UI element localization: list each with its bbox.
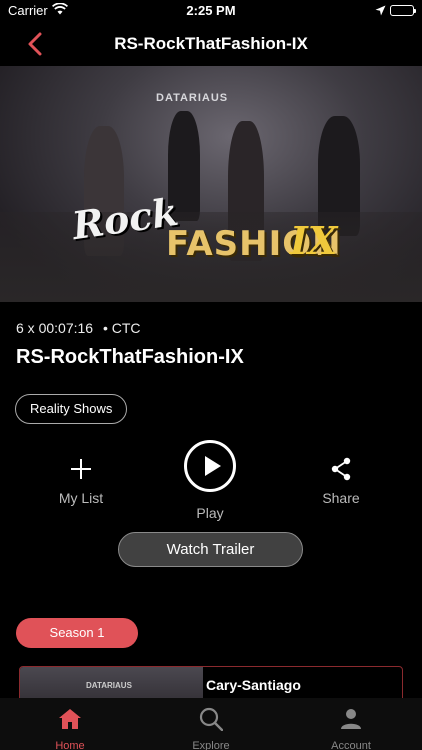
nav-title: RS-RockThatFashion-IX xyxy=(114,34,308,53)
sponsor-banner: DATARIAUS xyxy=(156,92,229,104)
episode-title: Cary-Santiago xyxy=(206,677,301,693)
tab-bar: Home Explore Account xyxy=(0,698,422,750)
battery-icon xyxy=(390,5,416,16)
genre-tag[interactable]: Reality Shows xyxy=(15,394,128,424)
show-title: RS-RockThatFashion-IX xyxy=(16,346,244,368)
chevron-left-icon xyxy=(28,32,42,56)
hero-image[interactable]: DATARIAUS Rock FASHION IX xyxy=(0,66,422,302)
logo-ix-text: IX xyxy=(290,218,338,263)
share-icon xyxy=(306,456,376,482)
tab-explore[interactable]: Explore xyxy=(166,706,256,750)
share-button[interactable]: Share xyxy=(306,456,376,506)
nav-bar: RS-RockThatFashion-IX xyxy=(0,22,422,66)
clock-time: 2:25 PM xyxy=(186,3,236,18)
my-list-label: My List xyxy=(58,490,104,506)
play-icon xyxy=(205,456,221,476)
search-icon xyxy=(166,706,256,732)
tab-explore-label: Explore xyxy=(192,740,230,750)
episode-meta: 6 x 00:07:16 • CTC xyxy=(16,320,141,336)
tab-home[interactable]: Home xyxy=(25,706,115,750)
account-icon xyxy=(306,706,396,732)
my-list-button[interactable]: My List xyxy=(46,456,116,506)
plus-icon xyxy=(46,456,116,482)
tab-home-label: Home xyxy=(55,740,85,750)
tab-account[interactable]: Account xyxy=(306,706,396,750)
season-selector[interactable]: Season 1 xyxy=(16,618,138,648)
play-label: Play xyxy=(196,505,224,521)
network-label: • CTC xyxy=(102,320,141,336)
thumbnail-sponsor-text: DATARIAUS xyxy=(86,681,132,690)
play-button[interactable] xyxy=(184,440,236,492)
location-arrow-icon xyxy=(375,4,386,19)
tab-account-label: Account xyxy=(331,740,371,750)
status-bar: Carrier 2:25 PM xyxy=(0,0,422,22)
episodes-duration: 6 x 00:07:16 xyxy=(16,320,94,336)
back-button[interactable] xyxy=(22,30,50,58)
share-label: Share xyxy=(322,490,360,506)
watch-trailer-button[interactable]: Watch Trailer xyxy=(118,532,303,567)
home-icon xyxy=(25,706,115,732)
